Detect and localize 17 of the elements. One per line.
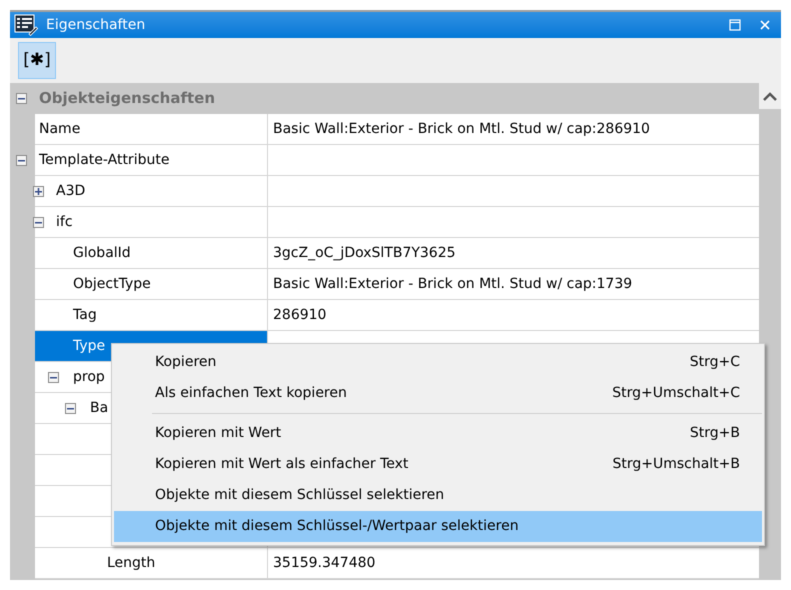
menu-item-label: Kopieren mit Wert (155, 424, 282, 443)
shortcut-label: Strg+C (690, 353, 740, 372)
shortcut-label: Strg+Umschalt+B (612, 455, 740, 474)
menu-item-label: Kopieren (155, 353, 216, 372)
property-value-cell: 3gcZ_oC_jDoxSlTB7Y3625 (268, 238, 759, 269)
menu-item-label: Als einfachen Text kopieren (155, 384, 347, 403)
property-value-cell: 35159.347480 (268, 548, 759, 579)
menu-item-label: Objekte mit diesem Schlüssel-/Wertpaar selektieren (155, 517, 519, 536)
property-value-cell: Basic Wall:Exterior - Brick on Mtl. Stud w/ cap:286910 (268, 114, 759, 145)
shortcut-label: Strg+Umschalt+C (612, 384, 740, 403)
category-header: Objekteigenschaften (39, 88, 216, 110)
property-value-cell: 286910 (268, 300, 759, 331)
property-value-cell: Basic Wall:Exterior - Brick on Mtl. Stud w/ cap:1739 (268, 269, 759, 300)
shortcut-label: Strg+B (690, 424, 740, 443)
menu-item-label: Objekte mit diesem Schlüssel selektieren (155, 486, 444, 505)
window-title: Eigenschaften (46, 16, 146, 34)
menu-item-label: Kopieren mit Wert als einfacher Text (155, 455, 408, 474)
